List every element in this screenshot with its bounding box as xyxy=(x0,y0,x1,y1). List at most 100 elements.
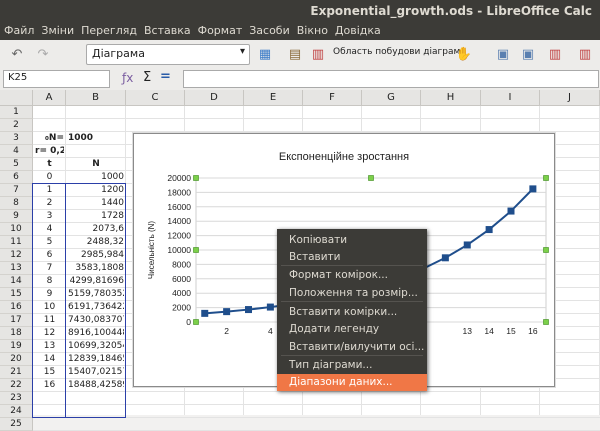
chart-element-select[interactable]: Діаграма ▾ xyxy=(86,44,250,65)
row-header-15[interactable]: 15 xyxy=(0,288,33,301)
row-header-5[interactable]: 5 xyxy=(0,158,33,171)
name-box[interactable]: K25 xyxy=(3,70,110,88)
context-menu-item-format-cells[interactable]: Формат комірок... xyxy=(277,267,427,284)
selection-handle[interactable] xyxy=(193,319,199,325)
selection-handle[interactable] xyxy=(368,175,374,181)
chart-area-icon[interactable]: ▥ xyxy=(309,45,327,63)
y-tick-label: 4000 xyxy=(172,288,191,298)
selection-handle[interactable] xyxy=(543,247,549,253)
column-header-a[interactable]: A xyxy=(33,90,66,106)
menu-insert[interactable]: Вставка xyxy=(140,23,194,37)
menu-view[interactable]: Перегляд xyxy=(77,23,140,37)
context-menu-item-add-legend[interactable]: Додати легенду xyxy=(277,321,427,338)
chart-element-value: Діаграма xyxy=(92,47,145,60)
row-header-17[interactable]: 17 xyxy=(0,314,33,327)
sum-icon[interactable]: Σ xyxy=(143,70,151,85)
gridline xyxy=(33,131,600,132)
menu-file[interactable]: Файл xyxy=(0,23,37,37)
row-header-9[interactable]: 9 xyxy=(0,210,33,223)
context-menu-item-insert-remove-axes[interactable]: Вставити/вилучити осі... xyxy=(277,339,427,356)
row-header-18[interactable]: 18 xyxy=(0,327,33,340)
row-header-22[interactable]: 22 xyxy=(0,379,33,392)
menu-tools[interactable]: Засоби xyxy=(245,23,293,37)
row-header-19[interactable]: 19 xyxy=(0,340,33,353)
column-header-h[interactable]: H xyxy=(421,90,481,106)
chart-title[interactable]: Експоненційне зростання xyxy=(279,151,409,163)
y-tick-label: 14000 xyxy=(167,216,191,226)
column-header-b[interactable]: B xyxy=(66,90,126,106)
row-header-11[interactable]: 11 xyxy=(0,236,33,249)
selection-handle[interactable] xyxy=(193,247,199,253)
cell-a4[interactable]: r= 0,2 xyxy=(35,145,64,158)
column-header-d[interactable]: D xyxy=(185,90,244,106)
row-header-21[interactable]: 21 xyxy=(0,366,33,379)
data-point[interactable] xyxy=(245,306,252,314)
function-wizard-icon[interactable]: ƒx xyxy=(122,71,133,85)
row-header-16[interactable]: 16 xyxy=(0,301,33,314)
context-menu-item-chart-type[interactable]: Тип діаграми... xyxy=(277,357,427,374)
data-point[interactable] xyxy=(441,254,449,262)
cell-a5[interactable]: t xyxy=(35,158,64,171)
y-tick-label: 6000 xyxy=(172,274,191,284)
formula-icon[interactable]: = xyxy=(160,69,171,84)
data-point[interactable] xyxy=(266,303,274,311)
row-header-3[interactable]: 3 xyxy=(0,132,33,145)
legend-icon[interactable]: ✋ xyxy=(455,45,473,63)
data-point[interactable] xyxy=(485,226,493,234)
cell-b3[interactable]: 1000 xyxy=(68,132,93,145)
cell-a3[interactable]: ₀N= xyxy=(35,132,64,145)
data-point[interactable] xyxy=(463,241,471,249)
data-point[interactable] xyxy=(507,207,515,215)
context-menu-item-copy[interactable]: Копіювати xyxy=(277,232,427,249)
cell-b5[interactable]: N xyxy=(68,158,124,171)
data-point[interactable] xyxy=(223,308,231,316)
chart-type-icon[interactable]: ▤ xyxy=(286,45,304,63)
selection-handle[interactable] xyxy=(543,319,549,325)
menu-format[interactable]: Формат xyxy=(194,23,246,37)
row-header-24[interactable]: 24 xyxy=(0,405,33,418)
chart-area-label[interactable]: Область побудови діаграми xyxy=(333,47,466,57)
row-header-10[interactable]: 10 xyxy=(0,223,33,236)
menu-edit[interactable]: Зміни xyxy=(37,23,77,37)
data-range-highlight xyxy=(32,183,126,418)
undo-icon[interactable]: ↶ xyxy=(8,45,26,63)
menu-help[interactable]: Довідка xyxy=(331,23,384,37)
menu-window[interactable]: Вікно xyxy=(293,23,331,37)
row-header-25[interactable]: 25 xyxy=(0,418,33,431)
formula-input[interactable] xyxy=(183,70,599,88)
format-selection-icon[interactable]: ▦ xyxy=(256,45,274,63)
context-menu-item-paste[interactable]: Вставити xyxy=(277,249,427,266)
context-menu-item-position-and-size[interactable]: Положення та розмір... xyxy=(277,285,427,302)
column-header-f[interactable]: F xyxy=(303,90,362,106)
column-header-c[interactable]: C xyxy=(126,90,185,106)
column-header-j[interactable]: J xyxy=(540,90,600,106)
row-header-1[interactable]: 1 xyxy=(0,106,33,119)
row-header-8[interactable]: 8 xyxy=(0,197,33,210)
row-header-6[interactable]: 6 xyxy=(0,171,33,184)
select-all-corner[interactable] xyxy=(0,90,33,106)
row-header-14[interactable]: 14 xyxy=(0,275,33,288)
row-header-13[interactable]: 13 xyxy=(0,262,33,275)
row-header-20[interactable]: 20 xyxy=(0,353,33,366)
column-header-g[interactable]: G xyxy=(362,90,421,106)
selection-handle[interactable] xyxy=(193,175,199,181)
row-header-4[interactable]: 4 xyxy=(0,145,33,158)
selection-handle[interactable] xyxy=(543,175,549,181)
x-tick-label: 2 xyxy=(224,326,229,336)
context-menu-item-insert-cells[interactable]: Вставити комірки... xyxy=(277,304,427,321)
column-header-i[interactable]: I xyxy=(481,90,540,106)
data-point[interactable] xyxy=(529,185,537,193)
row-header-2[interactable]: 2 xyxy=(0,119,33,132)
row-header-23[interactable]: 23 xyxy=(0,392,33,405)
axes-icon[interactable]: ▣ xyxy=(494,45,512,63)
chevron-down-icon: ▾ xyxy=(239,46,245,57)
row-header-12[interactable]: 12 xyxy=(0,249,33,262)
redo-icon[interactable]: ↷ xyxy=(34,45,52,63)
data-point[interactable] xyxy=(201,309,209,317)
column-header-e[interactable]: E xyxy=(244,90,303,106)
context-menu-item-data-ranges[interactable]: Діапазони даних... xyxy=(277,374,427,391)
data-table-icon[interactable]: ▥ xyxy=(546,45,564,63)
row-header-7[interactable]: 7 xyxy=(0,184,33,197)
grid-icon[interactable]: ▣ xyxy=(519,45,537,63)
title-icon[interactable]: ▥ xyxy=(576,45,594,63)
